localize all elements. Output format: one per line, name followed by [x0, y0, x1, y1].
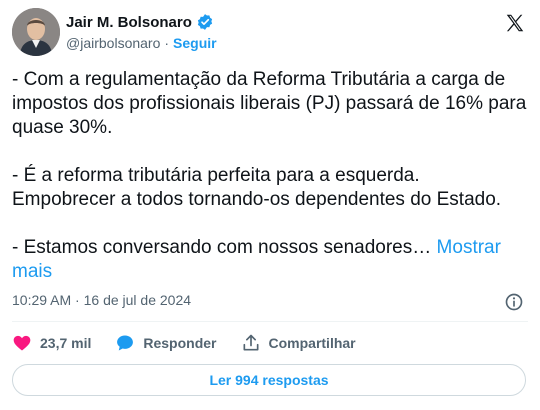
- author-handle[interactable]: @jairbolsonaro: [66, 35, 160, 51]
- info-icon[interactable]: [504, 292, 524, 312]
- tweet-time: 10:29 AM: [12, 292, 72, 308]
- reply-button[interactable]: Responder: [115, 333, 217, 353]
- author-handle-row: @jairbolsonaro · Seguir: [66, 35, 217, 51]
- meta-separator: ·: [75, 292, 80, 308]
- author-name[interactable]: Jair M. Bolsonaro: [66, 14, 192, 31]
- tweet-paragraph-2: - É a reforma tributária perfeita para a…: [12, 165, 502, 210]
- tweet-timestamp[interactable]: 10:29 AM · 16 de jul de 2024: [12, 292, 191, 308]
- share-button[interactable]: Compartilhar: [241, 333, 356, 353]
- share-icon: [241, 333, 261, 353]
- divider: [12, 321, 528, 322]
- avatar[interactable]: [12, 8, 60, 56]
- tweet-paragraph-3-text: - Estamos conversando com nossos senador…: [12, 237, 432, 258]
- verified-badge-icon: [196, 13, 214, 31]
- tweet-card: Jair M. Bolsonaro @jairbolsonaro · Segui…: [0, 0, 540, 410]
- tweet-paragraph-3: - Estamos conversando com nossos senador…: [12, 236, 528, 284]
- tweet-text: - Com a regulamentação da Reforma Tribut…: [12, 68, 528, 284]
- tweet-date: 16 de jul de 2024: [83, 292, 192, 308]
- heart-icon: [12, 333, 32, 353]
- like-button[interactable]: 23,7 mil: [12, 333, 91, 353]
- reply-label: Responder: [143, 335, 217, 351]
- like-count: 23,7 mil: [40, 335, 92, 351]
- action-bar: 23,7 mil Responder Compartilhar: [12, 332, 380, 354]
- x-logo-icon[interactable]: [504, 12, 526, 34]
- follow-button[interactable]: Seguir: [173, 35, 217, 51]
- share-label: Compartilhar: [268, 335, 356, 351]
- handle-separator: ·: [164, 35, 170, 51]
- author-name-row: Jair M. Bolsonaro: [66, 12, 214, 32]
- read-replies-button[interactable]: Ler 994 respostas: [12, 364, 526, 396]
- reply-bubble-icon: [115, 333, 135, 353]
- tweet-paragraph-1: - Com a regulamentação da Reforma Tribut…: [12, 69, 527, 138]
